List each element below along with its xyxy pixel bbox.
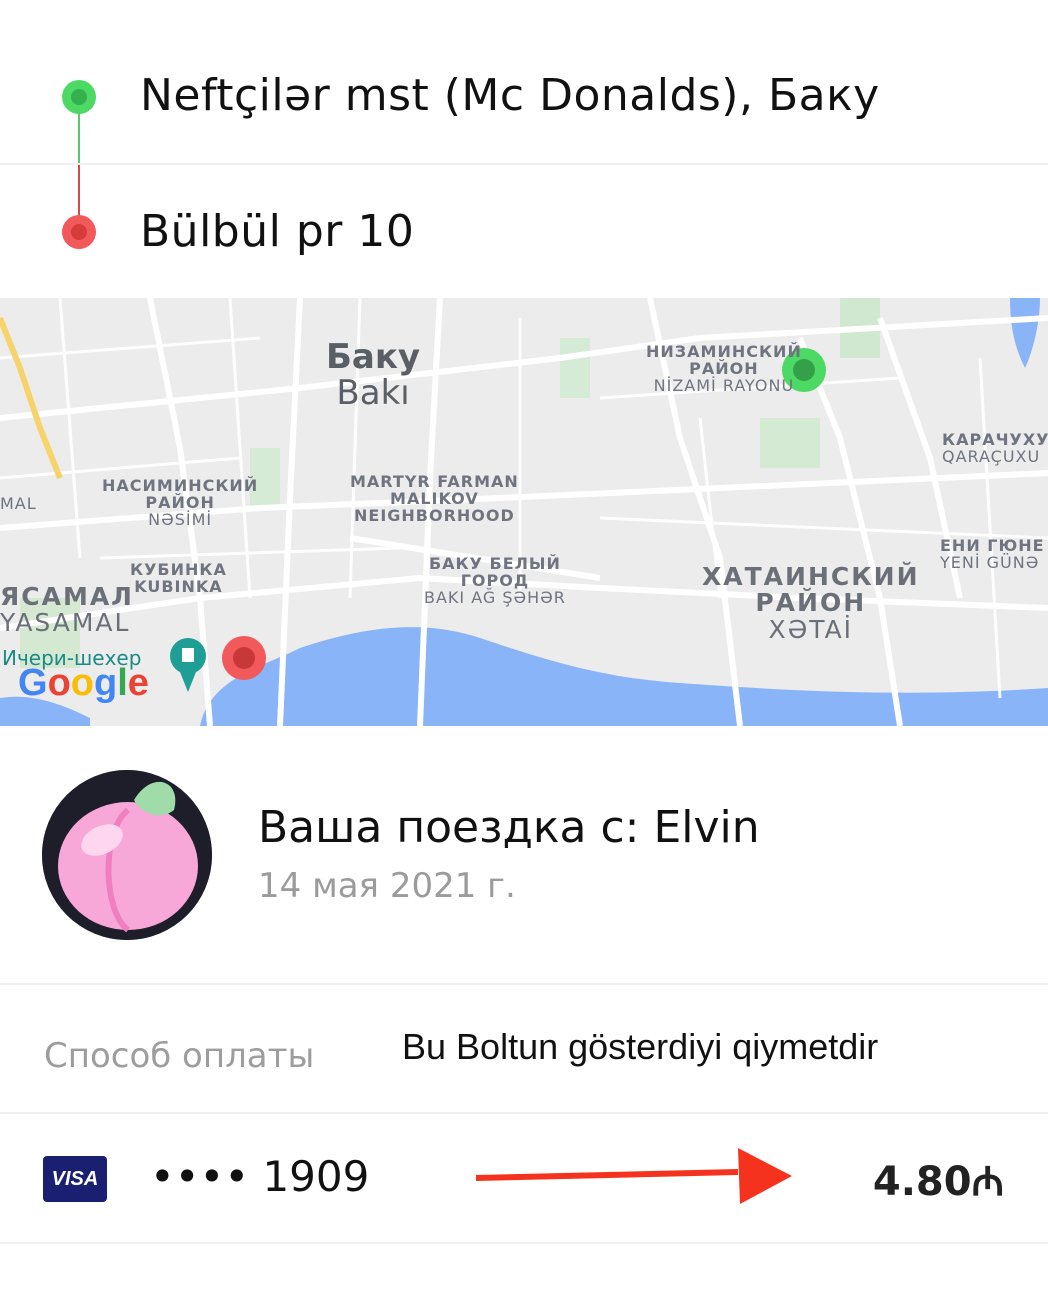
visa-card-icon: VISA <box>43 1156 107 1202</box>
map-label-khatai-ru-1: ХАТАИНСКИЙ <box>702 562 920 591</box>
map-label-nasimi-az: NƏSİMİ <box>148 509 213 529</box>
route-line-origin <box>78 112 80 164</box>
origin-address: Neftçilər mst (Mc Donalds), Баку <box>140 70 880 121</box>
map-label-khatai-ru-2: РАЙОН <box>755 588 867 618</box>
map-label-yasamal-az: YASAMAL <box>0 608 131 638</box>
map-label-mal: MAL <box>0 494 37 513</box>
trip-map[interactable]: Баку Bakı НИЗАМИНСКИЙ РАЙОН NİZAMİ RAYON… <box>0 298 1048 726</box>
origin-marker-icon <box>62 80 96 114</box>
map-label-yeni-gunesh-az: YENİ GÜNƏ <box>940 552 1040 572</box>
map-label-baku-ru: Баку <box>326 337 421 377</box>
map-label-garachukhur-az: QARAÇUXU <box>942 446 1041 466</box>
map-label-nizami-az: NİZAMİ RAYONU <box>653 375 795 395</box>
trip-price: 4.80₼ <box>872 1159 1004 1205</box>
route-line-destination <box>78 164 80 218</box>
trip-title: Ваша поездка с: Elvin <box>258 802 760 853</box>
bottom-divider <box>0 1242 1048 1244</box>
destination-marker-icon <box>62 215 96 249</box>
driver-avatar <box>42 770 212 940</box>
map-label-kubinka-az: KUBINKA <box>134 576 223 596</box>
map-label-yasamal-ru: ЯСАМАЛ <box>0 582 134 611</box>
map-label-khatai-az: XƏTAİ <box>768 614 854 644</box>
map-label-white-city-az: BAKI AĞ ŞƏHƏR <box>424 587 566 607</box>
section-divider <box>0 983 1048 985</box>
destination-address: Bülbül pr 10 <box>140 206 415 257</box>
map-label-baku-az: Bakı <box>336 372 410 413</box>
map-label-martyr-3: NEIGHBORHOOD <box>354 505 515 525</box>
route-divider <box>0 163 1048 165</box>
red-arrow-annotation-icon <box>476 1148 792 1204</box>
price-note-annotation: Bu Boltun gösterdiyi qiymetdir <box>402 1026 879 1067</box>
peach-sticker-icon <box>42 770 212 940</box>
trip-date: 14 мая 2021 г. <box>258 866 516 906</box>
google-logo: Google <box>18 662 149 704</box>
payment-divider <box>0 1112 1048 1114</box>
route-summary: Neftçilər mst (Mc Donalds), Баку Bülbül … <box>0 0 1048 298</box>
card-number: •••• 1909 <box>150 1152 370 1201</box>
payment-method-label: Способ оплаты <box>44 1036 315 1076</box>
